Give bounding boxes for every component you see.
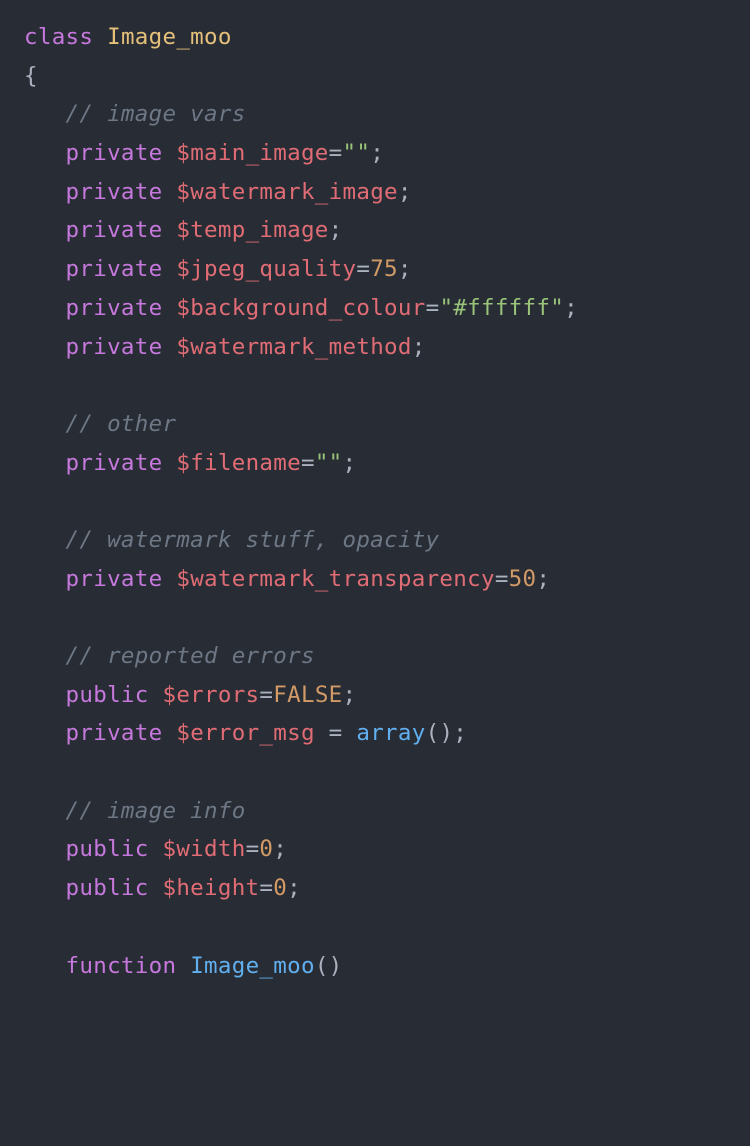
code-line-empty: [24, 482, 726, 521]
code-line: {: [24, 57, 726, 96]
string: "#ffffff": [439, 295, 564, 321]
operator: =: [259, 875, 273, 901]
semicolon: ;: [536, 566, 550, 592]
semicolon: ;: [287, 875, 301, 901]
parens: (): [315, 953, 343, 979]
code-line-empty: [24, 908, 726, 947]
parens: (): [426, 720, 454, 746]
operator: =: [426, 295, 440, 321]
semicolon: ;: [343, 450, 357, 476]
number: 0: [273, 875, 287, 901]
comment: // watermark stuff, opacity: [66, 527, 440, 553]
constant: FALSE: [273, 682, 342, 708]
comment: // image info: [66, 798, 246, 824]
comment: // other: [66, 411, 177, 437]
code-line: private $watermark_image;: [24, 173, 726, 212]
comment: // image vars: [66, 101, 246, 127]
code-line: public $errors=FALSE;: [24, 676, 726, 715]
code-line: private $background_colour="#ffffff";: [24, 289, 726, 328]
keyword-class: class: [24, 24, 93, 50]
semicolon: ;: [398, 179, 412, 205]
semicolon: ;: [564, 295, 578, 321]
variable: $watermark_method: [176, 334, 411, 360]
keyword-private: private: [66, 256, 163, 282]
code-line: // image vars: [24, 95, 726, 134]
variable: $watermark_transparency: [176, 566, 494, 592]
semicolon: ;: [412, 334, 426, 360]
variable: $width: [162, 836, 245, 862]
code-line: function Image_moo(): [24, 947, 726, 986]
code-line: private $watermark_method;: [24, 328, 726, 367]
variable: $filename: [176, 450, 301, 476]
keyword-private: private: [66, 295, 163, 321]
variable: $temp_image: [176, 217, 328, 243]
function-name: Image_moo: [190, 953, 315, 979]
code-line: // reported errors: [24, 637, 726, 676]
variable: $background_colour: [176, 295, 425, 321]
keyword-private: private: [66, 179, 163, 205]
code-line: private $watermark_transparency=50;: [24, 560, 726, 599]
keyword-private: private: [66, 566, 163, 592]
comment: // reported errors: [66, 643, 315, 669]
operator: =: [259, 682, 273, 708]
operator: =: [301, 450, 315, 476]
variable: $watermark_image: [176, 179, 398, 205]
code-line: private $temp_image;: [24, 211, 726, 250]
variable: $error_msg: [176, 720, 314, 746]
keyword-private: private: [66, 450, 163, 476]
code-line: // watermark stuff, opacity: [24, 521, 726, 560]
keyword-private: private: [66, 140, 163, 166]
code-line: class Image_moo: [24, 18, 726, 57]
keyword-private: private: [66, 720, 163, 746]
function: array: [356, 720, 425, 746]
code-line: // other: [24, 405, 726, 444]
code-line: private $main_image="";: [24, 134, 726, 173]
keyword-public: public: [66, 875, 149, 901]
operator: =: [356, 256, 370, 282]
code-line-empty: [24, 598, 726, 637]
semicolon: ;: [370, 140, 384, 166]
variable: $main_image: [176, 140, 328, 166]
operator: =: [315, 720, 357, 746]
keyword-public: public: [66, 682, 149, 708]
code-line: public $width=0;: [24, 830, 726, 869]
code-line: // image info: [24, 792, 726, 831]
number: 0: [259, 836, 273, 862]
operator: =: [495, 566, 509, 592]
code-line: private $filename="";: [24, 444, 726, 483]
semicolon: ;: [343, 682, 357, 708]
code-line: public $height=0;: [24, 869, 726, 908]
code-line: private $error_msg = array();: [24, 714, 726, 753]
class-name: Image_moo: [107, 24, 232, 50]
semicolon: ;: [453, 720, 467, 746]
number: 75: [370, 256, 398, 282]
open-brace: {: [24, 63, 38, 89]
semicolon: ;: [398, 256, 412, 282]
number: 50: [509, 566, 537, 592]
variable: $jpeg_quality: [176, 256, 356, 282]
code-line: private $jpeg_quality=75;: [24, 250, 726, 289]
keyword-private: private: [66, 334, 163, 360]
keyword-public: public: [66, 836, 149, 862]
code-editor[interactable]: class Image_moo { // image vars private …: [24, 18, 726, 985]
semicolon: ;: [329, 217, 343, 243]
code-line-empty: [24, 366, 726, 405]
code-line-empty: [24, 753, 726, 792]
keyword-private: private: [66, 217, 163, 243]
variable: $errors: [162, 682, 259, 708]
operator: =: [246, 836, 260, 862]
semicolon: ;: [273, 836, 287, 862]
keyword-function: function: [66, 953, 177, 979]
variable: $height: [162, 875, 259, 901]
operator: =: [329, 140, 343, 166]
string: "": [315, 450, 343, 476]
string: "": [343, 140, 371, 166]
